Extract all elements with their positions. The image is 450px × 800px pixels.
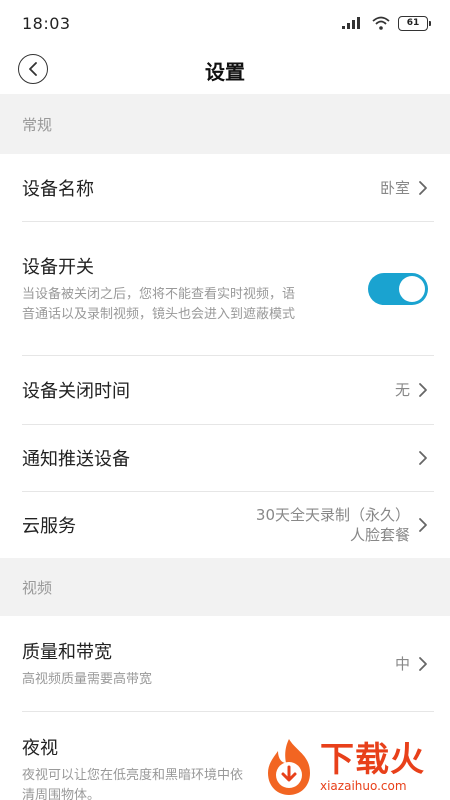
row-notify-devices[interactable]: 通知推送设备: [0, 425, 450, 491]
row-subtitle: 当设备被关闭之后，您将不能查看实时视频，语 音通话以及录制视频，镜头也会进入到遮…: [22, 285, 295, 325]
row-value: 无: [394, 381, 410, 399]
row-value: 卧室: [379, 179, 410, 197]
chevron-left-icon: [29, 62, 37, 76]
watermark-cn: 下载火: [320, 739, 425, 780]
signal-icon: [342, 17, 360, 29]
row-label: 夜视: [22, 738, 58, 759]
row-subtitle: 夜视可以让您在低亮度和黑暗环境中依 清周围物体。: [22, 766, 243, 800]
row-device-switch: 设备开关 当设备被关闭之后，您将不能查看实时视频，语 音通话以及录制视频，镜头也…: [0, 222, 450, 355]
row-label: 通知推送设备: [22, 449, 130, 470]
device-switch-toggle[interactable]: [368, 272, 428, 305]
row-value: 中: [394, 654, 410, 673]
page-title: 设置: [205, 59, 245, 84]
row-device-off-time[interactable]: 设备关闭时间 无: [0, 356, 450, 424]
chevron-right-icon: [419, 451, 427, 465]
toggle-knob: [399, 275, 425, 302]
watermark: 下载火 xiazaihuo.com: [262, 733, 450, 800]
row-cloud-service[interactable]: 云服务 30天全天录制（永久） 人脸套餐: [0, 492, 450, 558]
row-label: 云服务: [22, 516, 76, 537]
row-label: 设备开关: [22, 256, 94, 278]
status-icons: 61: [342, 15, 431, 31]
row-label: 设备关闭时间: [22, 381, 130, 402]
row-value: 30天全天录制（永久） 人脸套餐: [256, 505, 410, 545]
row-subtitle: 高视频质量需要高带宽: [22, 671, 153, 687]
watermark-en: xiazaihuo.com: [320, 778, 407, 793]
row-device-name[interactable]: 设备名称 卧室: [0, 154, 450, 222]
subtitle-line: 夜视可以让您在低亮度和黑暗环境中依: [22, 768, 244, 783]
row-text: 设备开关 当设备被关闭之后，您将不能查看实时视频，语 音通话以及录制视频，镜头也…: [22, 253, 295, 325]
value-line: 人脸套餐: [349, 526, 410, 544]
row-label: 设备名称: [22, 179, 94, 200]
section-header-video: 视频: [0, 558, 450, 616]
battery-level: 61: [406, 18, 420, 28]
nav-bar: 设置: [0, 46, 450, 94]
chevron-right-icon: [419, 656, 427, 671]
flame-logo-icon: [268, 738, 310, 795]
row-quality-bandwidth[interactable]: 质量和带宽 高视频质量需要高带宽 中: [0, 616, 450, 711]
status-bar: 18:03 61: [0, 0, 450, 46]
watermark-text: 下载火 xiazaihuo.com: [320, 741, 425, 793]
wifi-icon: [372, 16, 390, 30]
section-title: 常规: [22, 115, 53, 134]
status-time: 18:03: [22, 13, 71, 33]
chevron-right-icon: [419, 383, 427, 397]
subtitle-line: 当设备被关闭之后，您将不能查看实时视频，语: [22, 286, 296, 302]
section-title: 视频: [22, 578, 53, 597]
section-header-general: 常规: [0, 94, 450, 154]
back-button[interactable]: [18, 54, 48, 84]
value-line: 30天全天录制（永久）: [255, 506, 410, 524]
subtitle-line: 音通话以及录制视频，镜头也会进入到遮蔽模式: [22, 306, 296, 322]
subtitle-line: 清周围物体。: [22, 788, 101, 800]
row-text: 质量和带宽 高视频质量需要高带宽: [22, 638, 152, 690]
row-text: 夜视 夜视可以让您在低亮度和黑暗环境中依 清周围物体。: [22, 734, 243, 800]
chevron-right-icon: [419, 518, 427, 532]
row-label: 质量和带宽: [22, 641, 112, 663]
battery-icon: 61: [398, 15, 431, 31]
chevron-right-icon: [419, 181, 427, 195]
